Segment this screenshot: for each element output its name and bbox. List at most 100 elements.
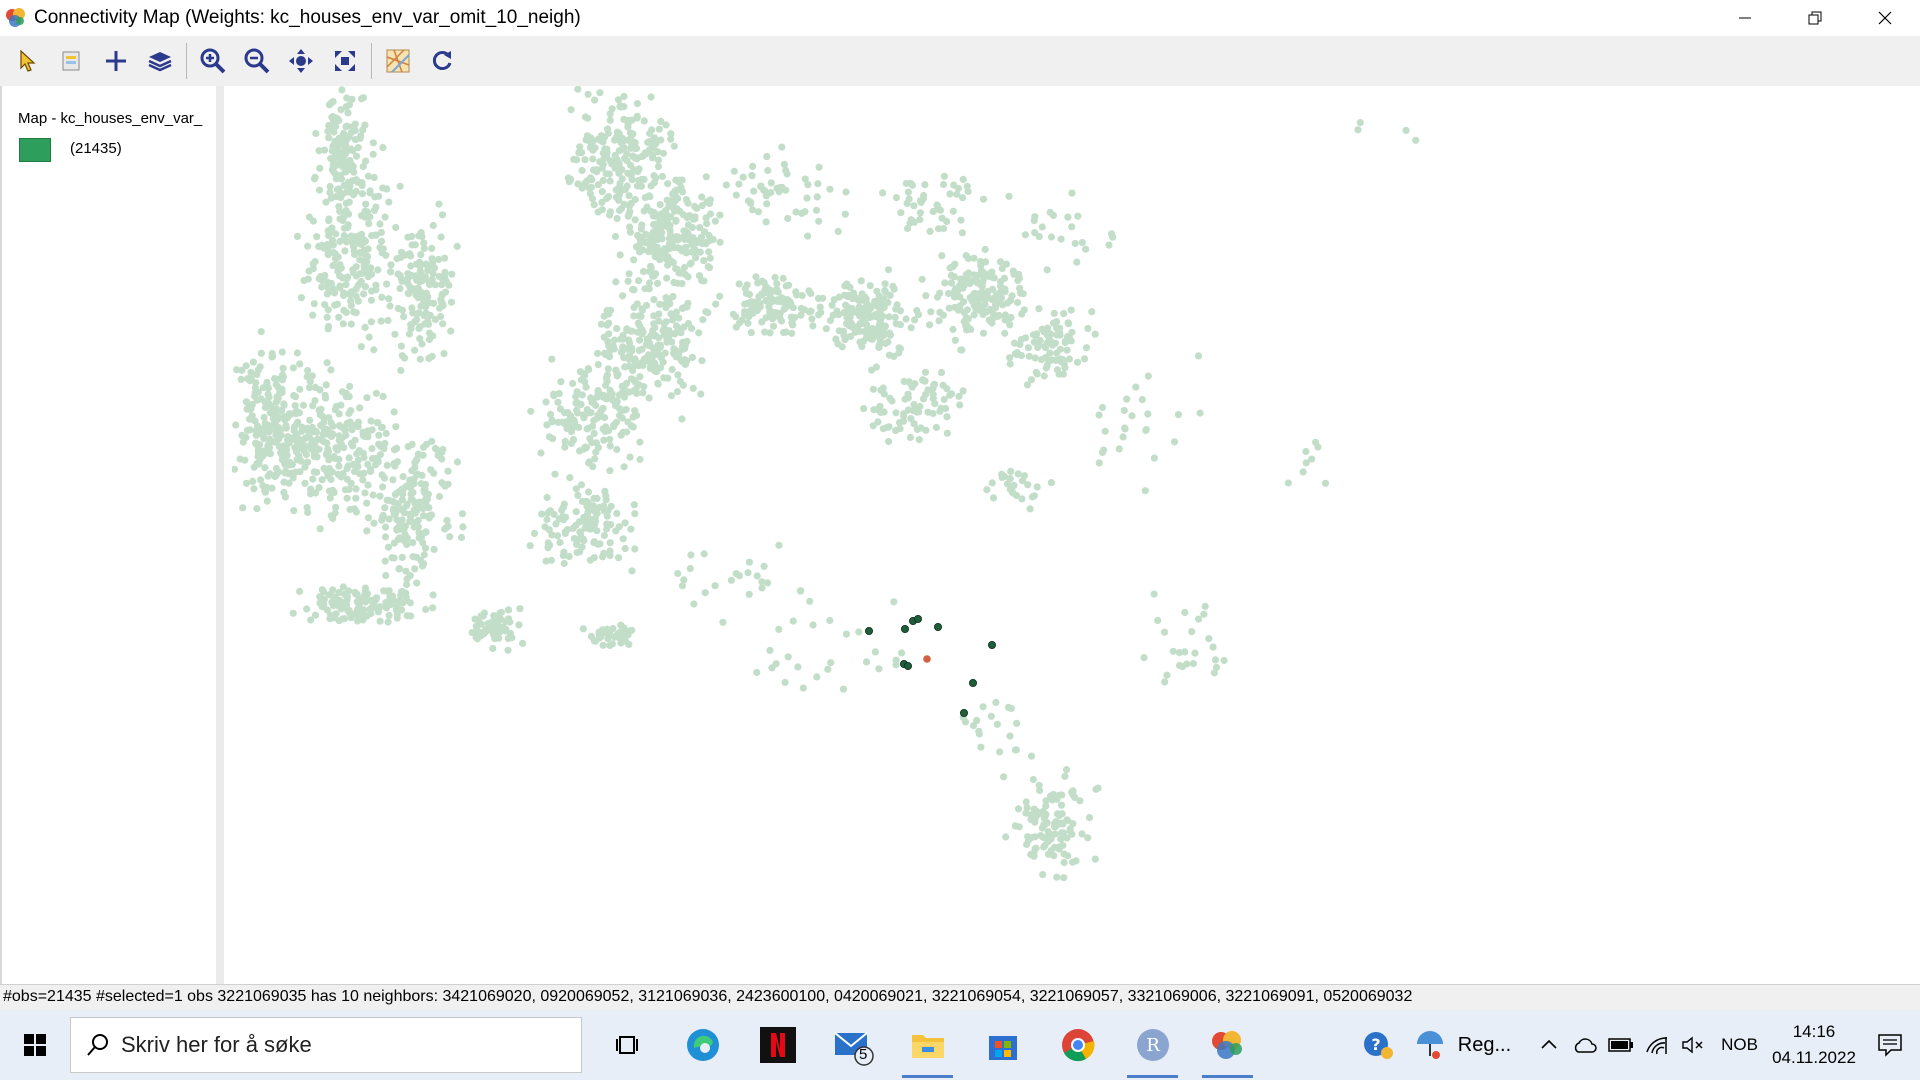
house-point[interactable] <box>626 453 634 461</box>
house-point[interactable] <box>1084 324 1092 333</box>
house-point[interactable] <box>767 189 775 197</box>
house-point[interactable] <box>971 289 979 297</box>
house-point[interactable] <box>560 516 568 524</box>
house-point[interactable] <box>472 622 480 630</box>
house-point[interactable] <box>1144 372 1152 380</box>
house-point[interactable] <box>395 565 403 573</box>
house-point[interactable] <box>396 284 404 293</box>
house-point[interactable] <box>699 316 707 324</box>
house-point[interactable] <box>359 616 367 624</box>
house-point[interactable] <box>1053 873 1061 881</box>
house-point[interactable] <box>670 278 678 287</box>
house-point[interactable] <box>406 476 414 484</box>
house-point[interactable] <box>678 280 686 288</box>
house-point[interactable] <box>956 401 964 409</box>
house-point[interactable] <box>753 572 761 580</box>
onedrive-tray[interactable] <box>1567 1010 1603 1080</box>
house-point[interactable] <box>767 179 775 187</box>
house-point[interactable] <box>650 228 658 236</box>
house-point[interactable] <box>1004 703 1013 712</box>
house-point[interactable] <box>763 200 771 208</box>
house-point[interactable] <box>584 488 593 496</box>
house-point[interactable] <box>1141 487 1149 495</box>
house-point[interactable] <box>606 442 614 450</box>
house-point[interactable] <box>664 180 672 188</box>
house-point[interactable] <box>880 390 888 398</box>
house-point[interactable] <box>587 409 595 417</box>
house-point[interactable] <box>618 414 626 422</box>
house-point[interactable] <box>382 429 390 438</box>
house-point[interactable] <box>435 492 444 501</box>
house-point[interactable] <box>359 431 367 440</box>
house-point[interactable] <box>556 538 564 547</box>
house-point[interactable] <box>417 556 425 564</box>
house-point[interactable] <box>673 328 681 336</box>
house-point[interactable] <box>1078 238 1086 247</box>
house-point[interactable] <box>1015 274 1024 282</box>
house-point[interactable] <box>874 418 882 426</box>
house-point[interactable] <box>1057 235 1065 243</box>
house-point[interactable] <box>322 198 330 206</box>
house-point[interactable] <box>372 281 380 289</box>
house-point[interactable] <box>985 270 993 278</box>
house-point[interactable] <box>497 608 505 616</box>
house-point[interactable] <box>892 194 901 202</box>
house-point[interactable] <box>814 294 823 303</box>
house-point[interactable] <box>310 300 318 308</box>
house-point[interactable] <box>636 234 644 242</box>
house-point[interactable] <box>543 515 551 524</box>
house-point[interactable] <box>1001 288 1009 296</box>
house-point[interactable] <box>574 180 582 188</box>
house-point[interactable] <box>1181 608 1189 617</box>
house-point[interactable] <box>625 192 633 200</box>
house-point[interactable] <box>369 491 377 499</box>
house-point[interactable] <box>349 460 357 469</box>
house-point[interactable] <box>396 182 404 190</box>
house-point[interactable] <box>291 444 299 452</box>
house-point[interactable] <box>620 200 628 208</box>
house-point[interactable] <box>660 331 668 339</box>
house-point[interactable] <box>606 347 614 355</box>
house-point[interactable] <box>364 514 372 522</box>
house-point[interactable] <box>315 147 323 155</box>
house-point[interactable] <box>591 455 599 463</box>
house-point[interactable] <box>310 468 318 476</box>
house-point[interactable] <box>1007 467 1015 475</box>
house-point[interactable] <box>1055 370 1063 378</box>
house-point[interactable] <box>1115 445 1123 453</box>
house-point[interactable] <box>590 494 598 502</box>
house-point[interactable] <box>408 241 416 249</box>
house-point[interactable] <box>570 535 578 543</box>
house-point[interactable] <box>1006 732 1014 740</box>
house-point[interactable] <box>631 216 639 224</box>
house-point[interactable] <box>590 637 598 645</box>
house-point[interactable] <box>698 276 706 284</box>
house-point[interactable] <box>386 595 394 604</box>
house-point[interactable] <box>407 612 415 620</box>
house-point[interactable] <box>361 323 369 331</box>
house-point[interactable] <box>1068 223 1076 231</box>
house-point[interactable] <box>753 668 761 677</box>
house-point[interactable] <box>428 511 436 519</box>
house-point[interactable] <box>413 455 421 463</box>
house-point[interactable] <box>318 476 326 484</box>
house-point[interactable] <box>639 389 647 397</box>
house-point[interactable] <box>611 232 620 241</box>
house-point[interactable] <box>440 350 448 358</box>
house-point[interactable] <box>937 368 946 377</box>
house-point[interactable] <box>429 221 437 230</box>
house-point[interactable] <box>919 376 927 384</box>
house-point[interactable] <box>251 389 259 397</box>
house-point[interactable] <box>594 361 602 369</box>
house-point[interactable] <box>762 218 770 226</box>
house-point[interactable] <box>263 378 271 386</box>
house-point[interactable] <box>288 461 296 469</box>
house-point[interactable] <box>496 624 504 633</box>
house-point[interactable] <box>1046 356 1055 365</box>
house-point[interactable] <box>941 279 949 287</box>
house-point[interactable] <box>636 455 644 464</box>
house-point[interactable] <box>959 175 967 183</box>
house-point[interactable] <box>346 418 354 426</box>
house-point[interactable] <box>1098 448 1107 456</box>
house-point[interactable] <box>867 331 875 339</box>
